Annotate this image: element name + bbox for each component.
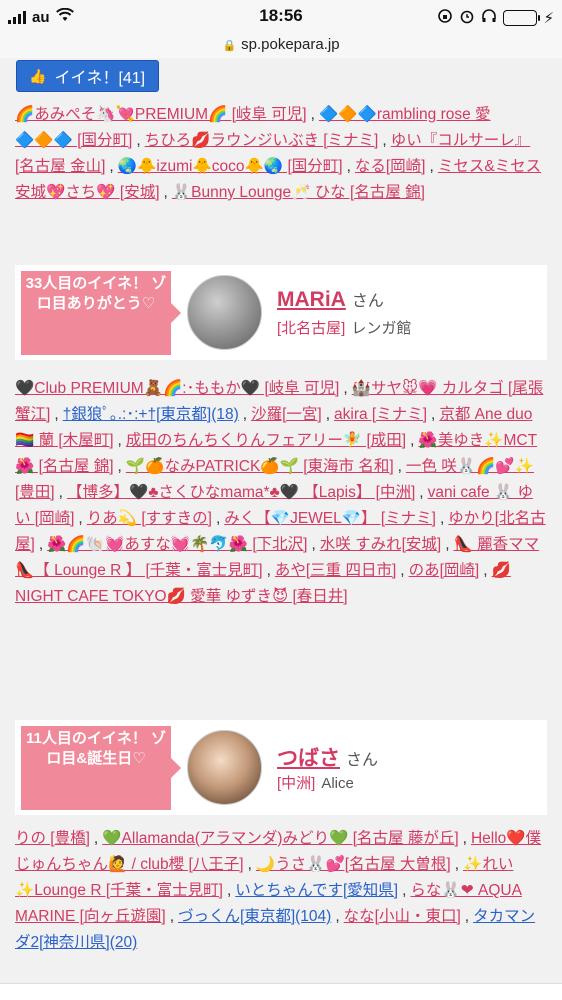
liker-link[interactable]: りあ💫 [すすきの] (87, 510, 212, 527)
liker-link[interactable]: 🐰Bunny Lounge🥂 ひな [名古屋 錦] (172, 184, 425, 201)
separator: , (346, 158, 351, 175)
like-button[interactable]: 👍 イイネ！[41] (16, 60, 159, 92)
rotation-lock-icon (437, 8, 453, 28)
liker-link[interactable]: 💚Allamanda(アラマンダ)みどり💚 [名古屋 藤が丘] (102, 830, 458, 847)
separator: , (464, 908, 470, 925)
separator: , (58, 484, 63, 501)
liker-link[interactable]: あや[三重 四日市] (275, 562, 396, 579)
separator: , (410, 432, 415, 449)
shop-area: [北名古屋] (277, 320, 346, 337)
browser-toolbar (0, 983, 562, 1000)
separator: , (462, 830, 467, 847)
liker-list-bottom: りの [豊橋], 💚Allamanda(アラマンダ)みどり💚 [名古屋 藤が丘],… (15, 826, 547, 956)
avatar[interactable] (187, 730, 262, 805)
separator: , (54, 406, 59, 423)
lock-icon: 🔒 (222, 40, 237, 52)
thumbs-up-icon: 👍 (29, 67, 47, 84)
shop-info: [中洲] Alice (277, 772, 354, 793)
address-bar[interactable]: 🔒 sp.pokepara.jp (0, 36, 562, 58)
separator: , (226, 882, 232, 899)
liker-list-mid: 🖤Club PREMIUM🧸🌈:･ももか🖤 [岐阜 可児], 🏰サヤ🐭💗 カルタゴ… (15, 376, 547, 610)
separator: , (400, 562, 405, 579)
liker-link[interactable]: 【博多】🖤♣さくひなmama*♣🖤 【Lapis】 [中洲] (67, 484, 415, 501)
liker-link[interactable]: ちひろ💋ラウンジいぶき [ミナミ] (145, 132, 379, 149)
separator: , (343, 380, 348, 397)
milestone-card-1[interactable]: 33人目のイイネ！ ゾロ目ありがとう♡ MARiA さん [北名古屋] レンガ館 (15, 265, 547, 360)
separator: , (38, 536, 44, 553)
alarm-icon (459, 8, 475, 28)
liker-link[interactable]: 🖤Club PREMIUM🧸🌈:･ももか🖤 [岐阜 可児] (15, 380, 339, 397)
liker-link[interactable]: 沙羅[一宮] (251, 406, 322, 423)
separator: , (215, 510, 221, 527)
separator: , (382, 132, 387, 149)
separator: , (266, 562, 271, 579)
liker-link[interactable]: りの [豊橋] (15, 830, 90, 847)
liker-link[interactable]: のあ[岡崎] (409, 562, 480, 579)
separator: , (335, 908, 340, 925)
separator: , (109, 158, 114, 175)
cast-name-link[interactable]: つばさ さん (277, 742, 378, 772)
shop-info: [北名古屋] レンガ館 (277, 317, 411, 338)
separator: , (445, 536, 450, 553)
separator: , (78, 510, 83, 527)
liker-link[interactable]: 🌺🌈🐚💓あすな💓🌴🐬🌺 [下北沢] (47, 536, 307, 553)
separator: , (419, 484, 424, 501)
status-bar: au 18:56 ⚡ (0, 0, 562, 36)
separator: , (402, 882, 407, 899)
separator: , (117, 432, 122, 449)
separator: , (169, 908, 175, 925)
liker-link[interactable]: みく【💎JEWEL💎】 [ミナミ] (224, 510, 436, 527)
liker-link[interactable]: づっくん[東京都](104) (178, 908, 331, 925)
liker-link[interactable]: いとちゃんです[愛知県] (235, 882, 398, 899)
cast-name-link[interactable]: MARiA さん (277, 287, 384, 312)
separator: , (247, 856, 252, 873)
separator: , (431, 406, 436, 423)
separator: , (242, 406, 248, 423)
milestone-label: 33人目のイイネ！ ゾロ目ありがとう♡ (21, 271, 181, 355)
separator: , (439, 510, 445, 527)
separator: , (163, 184, 168, 201)
separator: , (311, 536, 316, 553)
separator: , (429, 158, 434, 175)
shop-name: Alice (321, 775, 354, 792)
liker-link[interactable]: †銀狼ﾟ｡.:･:+†[東京都](18) (63, 406, 239, 423)
like-button-label: イイネ！[41] (54, 70, 146, 87)
liker-link[interactable]: なな[小山・東口] (344, 908, 461, 925)
separator: , (310, 106, 315, 123)
separator: , (136, 132, 141, 149)
liker-link[interactable]: 🌱🍊なみPATRICK🍊🌱 [東海市 名和] (126, 458, 394, 475)
status-right: ⚡ (437, 8, 554, 28)
liker-link[interactable]: 水咲 すみれ[安城] (320, 536, 441, 553)
shop-name: レンガ館 (351, 320, 412, 337)
page-content: 👍 イイネ！[41] 🌈あみぺそ🦄💘PREMIUM🌈 [岐阜 可児], 🔷🔶🔷ra… (0, 58, 562, 1000)
milestone-label: 11人目のイイネ！ ゾロ目&誕生日♡ (21, 726, 181, 810)
liker-link[interactable]: 成田のちんちくりんフェアリー🧚 [成田] (126, 432, 406, 449)
url-text: sp.pokepara.jp (241, 36, 340, 53)
shop-area: [中洲] (277, 775, 316, 792)
separator: , (454, 856, 460, 873)
honorific: さん (346, 752, 379, 769)
milestone-card-2[interactable]: 11人目のイイネ！ ゾロ目&誕生日♡ つばさ さん [中洲] Alice (15, 720, 547, 815)
liker-link[interactable]: 🌈あみぺそ🦄💘PREMIUM🌈 [岐阜 可児] (15, 106, 307, 123)
liker-link[interactable]: 🌙うさ🐰💕[名古屋 大曽根] (256, 856, 451, 873)
separator: , (117, 458, 122, 475)
liker-link[interactable]: なる[岡崎] (355, 158, 426, 175)
battery-icon (503, 10, 541, 26)
separator: , (93, 830, 99, 847)
separator: , (325, 406, 331, 423)
honorific: さん (351, 293, 384, 310)
headphones-icon (481, 8, 497, 28)
separator: , (483, 562, 488, 579)
separator: , (397, 458, 402, 475)
avatar[interactable] (187, 275, 262, 350)
liker-link[interactable]: akira [ミナミ] (334, 406, 427, 423)
charging-icon: ⚡ (543, 10, 554, 27)
liker-link[interactable]: 🌏🐥izumi🐥coco🐥🌏 [国分町] (118, 158, 343, 175)
liker-list-top: 🌈あみぺそ🦄💘PREMIUM🌈 [岐阜 可児], 🔷🔶🔷rambling rose… (15, 102, 547, 206)
